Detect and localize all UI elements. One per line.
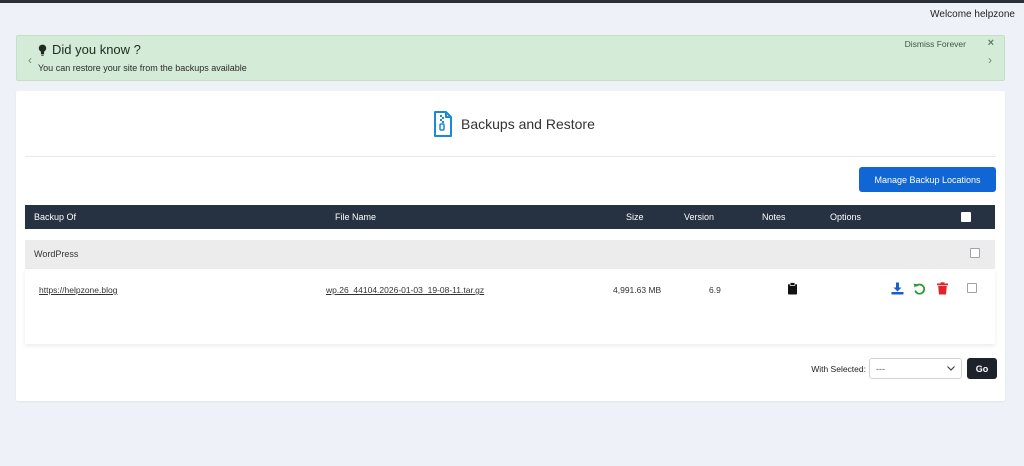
bulk-actions: With Selected: --- Go	[811, 358, 997, 379]
tip-text: You can restore your site from the backu…	[38, 63, 247, 73]
column-header-notes: Notes	[762, 212, 786, 222]
page-header: Backups and Restore	[433, 111, 595, 137]
select-all-checkbox[interactable]	[961, 212, 971, 222]
tip-prev-arrow[interactable]: ‹	[28, 53, 32, 67]
bulk-action-value: ---	[876, 363, 885, 374]
column-header-backup-of: Backup Of	[34, 212, 77, 222]
column-header-size: Size	[626, 212, 644, 222]
table-header: Backup Of File Name Size Version Notes O…	[25, 205, 995, 229]
trash-icon[interactable]	[936, 282, 949, 295]
restore-icon[interactable]	[913, 282, 926, 295]
tip-heading: Did you know ?	[38, 42, 141, 57]
page-title: Backups and Restore	[461, 116, 595, 132]
backup-of-link[interactable]: https://helpzone.blog	[39, 285, 117, 295]
clipboard-icon[interactable]	[786, 282, 799, 295]
zip-file-icon	[434, 111, 452, 137]
close-icon[interactable]: ×	[988, 37, 994, 49]
group-label: WordPress	[34, 249, 79, 259]
welcome-text: Welcome helpzone	[930, 9, 1015, 20]
top-bar	[0, 0, 1024, 3]
group-row: WordPress	[25, 240, 995, 269]
backups-card: Backups and Restore Manage Backup Locati…	[16, 91, 1005, 401]
column-header-options: Options	[830, 212, 862, 222]
column-header-file-name: File Name	[335, 212, 377, 222]
group-checkbox[interactable]	[970, 248, 980, 258]
version-value: 6.9	[709, 285, 721, 295]
chevron-down-icon	[947, 366, 955, 371]
column-header-version: Version	[684, 212, 715, 222]
bulk-action-select[interactable]: ---	[869, 358, 962, 379]
manage-backup-locations-button[interactable]: Manage Backup Locations	[859, 167, 996, 192]
table-row: https://helpzone.blog wp.26_44104.2026-0…	[25, 269, 995, 344]
dismiss-forever-link[interactable]: Dismiss Forever	[905, 39, 966, 49]
download-icon[interactable]	[891, 282, 904, 295]
tip-banner: ‹ Did you know ? You can restore your si…	[16, 35, 1005, 81]
divider	[25, 156, 996, 157]
lightbulb-icon	[38, 44, 47, 56]
with-selected-label: With Selected:	[811, 363, 866, 374]
tip-next-arrow[interactable]: ›	[988, 53, 992, 67]
row-checkbox[interactable]	[967, 283, 977, 293]
go-button[interactable]: Go	[967, 358, 997, 379]
tip-title: Did you know ?	[52, 42, 141, 57]
size-value: 4,991.63 MB	[613, 285, 662, 295]
file-name-link[interactable]: wp.26_44104.2026-01-03_19-08-11.tar.gz	[326, 285, 484, 295]
